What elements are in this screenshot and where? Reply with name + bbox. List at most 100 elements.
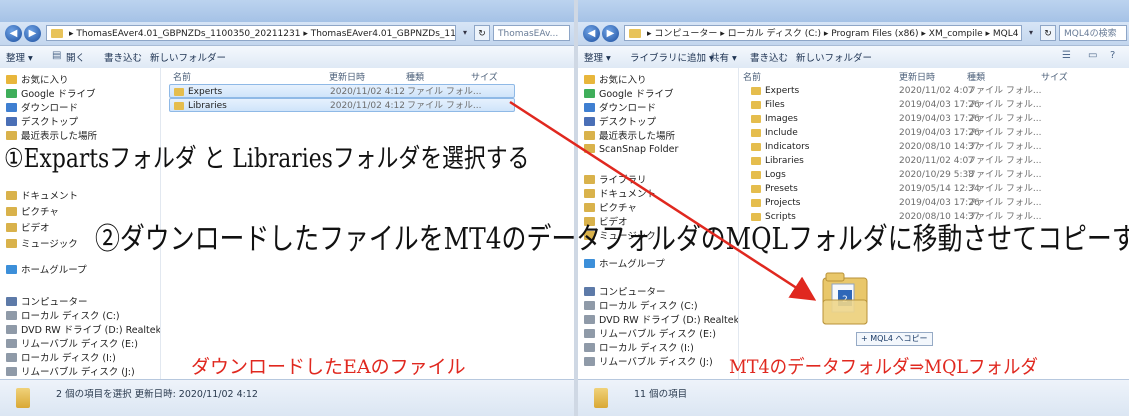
column-header-name[interactable]: 名前: [743, 70, 761, 83]
nav-item[interactable]: お気に入り: [584, 72, 647, 86]
file-type: ファイル フォル...: [967, 198, 1042, 208]
file-row[interactable]: Libraries 2020/11/02 4:07 ファイル フォル...: [747, 154, 1047, 168]
nav-item[interactable]: ローカル ディスク (C:): [6, 308, 120, 322]
nav-item[interactable]: デスクトップ: [6, 114, 78, 128]
forward-icon[interactable]: ▶: [24, 25, 41, 42]
nav-item[interactable]: リムーバブル ディスク (E:): [584, 326, 716, 340]
right-search-input[interactable]: MQL4の検索: [1059, 25, 1127, 41]
nav-item[interactable]: ローカル ディスク (I:): [6, 350, 116, 364]
file-name: Images: [765, 114, 798, 124]
nav-item[interactable]: デスクトップ: [584, 114, 656, 128]
file-row[interactable]: Logs 2020/10/29 5:38 ファイル フォル...: [747, 168, 1047, 182]
folder-icon: [6, 117, 17, 126]
column-header-size[interactable]: サイズ: [471, 70, 498, 83]
file-type: ファイル フォル...: [407, 101, 482, 111]
burn-button[interactable]: 書き込む: [750, 50, 788, 64]
file-row[interactable]: Indicators 2020/08/10 14:37 ファイル フォル...: [747, 140, 1047, 154]
nav-item[interactable]: ホームグループ: [584, 256, 665, 270]
column-header-type[interactable]: 種類: [406, 70, 424, 83]
right-title-bar: [578, 0, 1129, 22]
nav-item[interactable]: ピクチャ: [584, 200, 637, 214]
nav-item-label: お気に入り: [599, 75, 647, 86]
refresh-icon[interactable]: ↻: [1040, 25, 1056, 41]
address-history-dropdown-icon[interactable]: ▾: [1024, 25, 1038, 41]
view-options-icon[interactable]: ☰: [1062, 50, 1071, 61]
help-icon[interactable]: ?: [1110, 50, 1115, 61]
folder-icon: [6, 325, 17, 334]
nav-item[interactable]: DVD RW ドライブ (D:) Realtek D: [6, 322, 161, 336]
nav-item[interactable]: リムーバブル ディスク (J:): [6, 364, 135, 378]
nav-item[interactable]: お気に入り: [6, 72, 69, 86]
nav-item-label: 最近表示した場所: [599, 131, 676, 142]
nav-item[interactable]: ドキュメント: [6, 188, 78, 202]
file-row[interactable]: Libraries 2020/11/02 4:12 ファイル フォル...: [169, 98, 515, 112]
column-header-type[interactable]: 種類: [967, 70, 985, 83]
folder-icon: [6, 239, 17, 248]
right-address-field[interactable]: ▸ コンピューター ▸ ローカル ディスク (C:) ▸ Program Fil…: [624, 25, 1022, 41]
file-row[interactable]: Presets 2019/05/14 12:34 ファイル フォル...: [747, 182, 1047, 196]
left-search-input[interactable]: ThomasEAv...: [493, 25, 570, 41]
nav-item[interactable]: DVD RW ドライブ (D:) Realtek D: [584, 312, 738, 326]
back-icon[interactable]: ◀: [583, 25, 600, 42]
new-folder-button[interactable]: 新しいフォルダー: [796, 50, 872, 64]
file-row[interactable]: Include 2019/04/03 17:26 ファイル フォル...: [747, 126, 1047, 140]
file-row[interactable]: Experts 2020/11/02 4:07 ファイル フォル...: [747, 84, 1047, 98]
folder-icon: [751, 101, 761, 109]
refresh-icon[interactable]: ↻: [474, 25, 490, 41]
column-header-name[interactable]: 名前: [173, 70, 191, 83]
new-folder-button[interactable]: 新しいフォルダー: [150, 50, 226, 64]
folder-icon: [6, 311, 17, 320]
file-date: 2020/11/02 4:12: [330, 101, 405, 111]
column-header-size[interactable]: サイズ: [1041, 70, 1068, 83]
share-button[interactable]: 共有 ▾: [710, 50, 737, 64]
nav-item[interactable]: リムーバブル ディスク (J:): [584, 354, 713, 368]
nav-item[interactable]: ビデオ: [6, 220, 50, 234]
add-to-library-button[interactable]: ライブラリに追加 ▾: [630, 50, 714, 64]
file-row[interactable]: Images 2019/04/03 17:26 ファイル フォル...: [747, 112, 1047, 126]
nav-item[interactable]: ピクチャ: [6, 204, 59, 218]
nav-item[interactable]: ミュージック: [6, 236, 78, 250]
left-address-field[interactable]: ▸ ThomasEAver4.01_GBPNZDs_1100350_202112…: [46, 25, 456, 41]
column-header-date[interactable]: 更新日時: [329, 70, 365, 83]
organize-button[interactable]: 整理 ▾: [584, 50, 611, 64]
nav-item[interactable]: リムーバブル ディスク (E:): [6, 336, 138, 350]
nav-item-label: ドキュメント: [21, 191, 79, 202]
folder-icon: [174, 88, 184, 96]
nav-item[interactable]: ダウンロード: [584, 100, 656, 114]
nav-item-label: ダウンロード: [599, 103, 657, 114]
folder-icon: [584, 89, 595, 98]
back-icon[interactable]: ◀: [5, 25, 22, 42]
nav-item[interactable]: ダウンロード: [6, 100, 78, 114]
column-header-date[interactable]: 更新日時: [899, 70, 935, 83]
nav-item-label: DVD RW ドライブ (D:) Realtek D: [21, 325, 161, 336]
nav-item[interactable]: 最近表示した場所: [584, 128, 675, 142]
nav-item[interactable]: ローカル ディスク (I:): [584, 340, 694, 354]
copy-tooltip: + MQL4 へコピー: [856, 332, 933, 346]
forward-icon[interactable]: ▶: [602, 25, 619, 42]
nav-item-label: ライブラリ: [599, 175, 647, 186]
star-icon: [6, 75, 17, 84]
nav-item[interactable]: Google ドライブ: [6, 86, 96, 100]
file-row[interactable]: Projects 2019/04/03 17:26 ファイル フォル...: [747, 196, 1047, 210]
file-row[interactable]: Experts 2020/11/02 4:12 ファイル フォル...: [169, 84, 515, 98]
burn-button[interactable]: 書き込む: [104, 50, 142, 64]
nav-item[interactable]: ドキュメント: [584, 186, 656, 200]
folder-icon: [751, 115, 761, 123]
nav-item[interactable]: コンピューター: [6, 294, 88, 308]
address-history-dropdown-icon[interactable]: ▾: [458, 25, 472, 41]
file-name: Logs: [765, 170, 786, 180]
nav-item[interactable]: ライブラリ: [584, 172, 647, 186]
nav-item-label: Google ドライブ: [599, 89, 674, 100]
organize-button[interactable]: 整理 ▾: [6, 50, 33, 64]
nav-item[interactable]: Google ドライブ: [584, 86, 674, 100]
nav-item[interactable]: コンピューター: [584, 284, 666, 298]
preview-pane-icon[interactable]: ▭: [1088, 50, 1097, 61]
folder-icon: [584, 144, 595, 153]
nav-item[interactable]: ScanSnap Folder: [584, 144, 678, 155]
file-row[interactable]: Files 2019/04/03 17:26 ファイル フォル...: [747, 98, 1047, 112]
file-date: 2020/10/29 5:38: [899, 170, 974, 180]
nav-item[interactable]: ローカル ディスク (C:): [584, 298, 698, 312]
open-button[interactable]: 開く: [66, 50, 85, 64]
folder-icon: [6, 207, 17, 216]
nav-item[interactable]: ホームグループ: [6, 262, 87, 276]
